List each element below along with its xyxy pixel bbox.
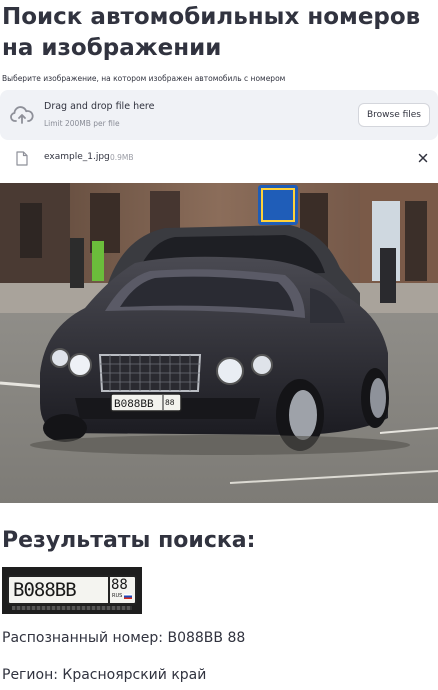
uploaded-file-row: example_1.jpg 0.9MB	[0, 145, 438, 173]
uploaded-file-name: example_1.jpg	[44, 152, 110, 162]
dropzone-title: Drag and drop file here	[44, 101, 155, 112]
file-icon	[16, 151, 28, 166]
plate-frame-bottom	[12, 606, 132, 610]
file-dropzone[interactable]: Drag and drop file here Limit 200MB per …	[0, 90, 438, 140]
svg-text:B088BB: B088BB	[114, 399, 154, 411]
uploaded-file-size: 0.9MB	[110, 153, 134, 162]
russian-flag-icon	[124, 594, 132, 599]
svg-text:88: 88	[165, 399, 175, 408]
plate-country-code: RUS	[112, 593, 123, 599]
car-photo-illustration: B088BB 88	[0, 183, 438, 503]
recognized-number-text: Распознанный номер: B088BB 88	[2, 630, 246, 646]
license-plate: B088BB 88 RUS	[7, 575, 137, 605]
page-title: Поиск автомобильных номеров на изображен…	[2, 4, 421, 61]
close-icon[interactable]	[416, 151, 430, 165]
uploaded-car-photo: B088BB 88	[0, 183, 438, 503]
plate-region-code: 88	[111, 577, 128, 593]
plate-number-text: B088BB	[13, 579, 77, 601]
dropzone-limit: Limit 200MB per file	[44, 119, 120, 128]
plate-separator	[108, 577, 110, 603]
recognized-plate-image: B088BB 88 RUS	[2, 567, 142, 614]
region-text: Регион: Красноярский край	[2, 667, 207, 683]
file-uploader-label: Выберите изображение, на котором изображ…	[2, 74, 286, 83]
cloud-upload-icon	[10, 106, 34, 124]
browse-files-button[interactable]: Browse files	[357, 103, 430, 127]
results-heading: Результаты поиска:	[2, 528, 256, 553]
